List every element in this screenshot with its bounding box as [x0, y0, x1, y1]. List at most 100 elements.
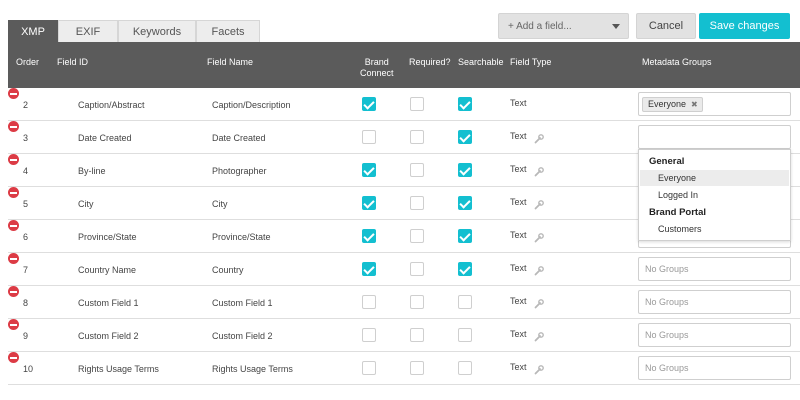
table-header: Order Field ID Field Name Brand Connect … — [8, 42, 800, 88]
dropdown-option-everyone[interactable]: Everyone — [640, 170, 789, 186]
metadata-groups-input[interactable] — [638, 125, 791, 149]
remove-field-icon[interactable] — [8, 253, 19, 264]
add-field-select[interactable]: + Add a field... — [498, 13, 629, 39]
remove-field-icon[interactable] — [8, 154, 19, 165]
brand-connect-checkbox[interactable] — [362, 328, 376, 342]
row-field-name: Caption/Description — [212, 100, 291, 110]
group-chip-label: Everyone — [648, 99, 687, 109]
row-field-name: Country — [212, 265, 244, 275]
searchable-checkbox[interactable] — [458, 328, 472, 342]
table-row: 9 Custom Field 2 Custom Field 2 Text No Grou… — [8, 319, 800, 352]
remove-field-icon[interactable] — [8, 220, 19, 231]
required-checkbox[interactable] — [410, 295, 424, 309]
row-order: 3 — [23, 133, 29, 143]
searchable-checkbox[interactable] — [458, 196, 472, 210]
metadata-groups-input[interactable]: No Groups — [638, 323, 791, 347]
column-header-required: Required? — [409, 57, 451, 67]
tab-keywords[interactable]: Keywords — [118, 20, 196, 42]
required-checkbox[interactable] — [410, 196, 424, 210]
brand-connect-checkbox[interactable] — [362, 361, 376, 375]
remove-field-icon[interactable] — [8, 187, 19, 198]
dropdown-group-general: General — [649, 156, 685, 167]
row-field-id: City — [78, 199, 94, 209]
wrench-icon[interactable] — [534, 263, 544, 276]
required-checkbox[interactable] — [410, 361, 424, 375]
metadata-groups-value: No Groups — [645, 264, 689, 274]
wrench-icon[interactable] — [534, 362, 544, 375]
column-header-searchable: Searchable — [458, 57, 504, 67]
brand-connect-checkbox[interactable] — [362, 130, 376, 144]
searchable-checkbox[interactable] — [458, 229, 472, 243]
searchable-checkbox[interactable] — [458, 295, 472, 309]
row-field-id: Caption/Abstract — [78, 100, 145, 110]
row-field-id: Province/State — [78, 232, 137, 242]
required-checkbox[interactable] — [410, 97, 424, 111]
remove-field-icon[interactable] — [8, 286, 19, 297]
row-field-name: Custom Field 1 — [212, 298, 273, 308]
searchable-checkbox[interactable] — [458, 262, 472, 276]
row-field-name: Rights Usage Terms — [212, 364, 293, 374]
remove-field-icon[interactable] — [8, 121, 19, 132]
remove-field-icon[interactable] — [8, 319, 19, 330]
required-checkbox[interactable] — [410, 262, 424, 276]
brand-connect-checkbox[interactable] — [362, 295, 376, 309]
row-order: 4 — [23, 166, 29, 176]
metadata-groups-input[interactable]: No Groups — [638, 290, 791, 314]
metadata-groups-dropdown: General Everyone Logged In Brand Portal … — [638, 149, 791, 241]
row-field-type: Text — [510, 362, 527, 372]
row-order: 5 — [23, 199, 29, 209]
wrench-icon[interactable] — [534, 230, 544, 243]
row-field-type: Text — [510, 230, 527, 240]
row-field-type: Text — [510, 197, 527, 207]
row-field-type: Text — [510, 98, 527, 108]
column-header-field-name: Field Name — [207, 57, 254, 67]
dropdown-option-customers[interactable]: Customers — [640, 221, 789, 237]
row-field-type: Text — [510, 164, 527, 174]
searchable-checkbox[interactable] — [458, 97, 472, 111]
searchable-checkbox[interactable] — [458, 163, 472, 177]
brand-connect-checkbox[interactable] — [362, 163, 376, 177]
cancel-button[interactable]: Cancel — [636, 13, 696, 39]
row-field-name: Custom Field 2 — [212, 331, 273, 341]
save-changes-button[interactable]: Save changes — [699, 13, 790, 39]
searchable-checkbox[interactable] — [458, 130, 472, 144]
metadata-tabs: XMP EXIF Keywords Facets — [8, 20, 260, 42]
wrench-icon[interactable] — [534, 296, 544, 309]
row-field-name: Province/State — [212, 232, 271, 242]
tab-facets[interactable]: Facets — [196, 20, 260, 42]
row-field-type: Text — [510, 263, 527, 273]
remove-field-icon[interactable] — [8, 88, 19, 99]
table-row: 8 Custom Field 1 Custom Field 1 Text No Grou… — [8, 286, 800, 319]
row-order: 9 — [23, 331, 29, 341]
add-field-label: + Add a field... — [508, 20, 572, 32]
required-checkbox[interactable] — [410, 163, 424, 177]
wrench-icon[interactable] — [534, 164, 544, 177]
required-checkbox[interactable] — [410, 328, 424, 342]
tab-exif[interactable]: EXIF — [58, 20, 118, 42]
tab-xmp[interactable]: XMP — [8, 20, 58, 42]
column-header-brand-connect: Brand Connect — [360, 57, 394, 78]
brand-connect-checkbox[interactable] — [362, 97, 376, 111]
metadata-groups-input[interactable]: No Groups — [638, 257, 791, 281]
row-field-id: Custom Field 1 — [78, 298, 139, 308]
required-checkbox[interactable] — [410, 130, 424, 144]
searchable-checkbox[interactable] — [458, 361, 472, 375]
remove-field-icon[interactable] — [8, 352, 19, 363]
brand-connect-checkbox[interactable] — [362, 196, 376, 210]
table-row: 2 Caption/Abstract Caption/Description Text… — [8, 88, 800, 121]
brand-connect-checkbox[interactable] — [362, 229, 376, 243]
wrench-icon[interactable] — [534, 197, 544, 210]
row-field-name: Photographer — [212, 166, 267, 176]
group-chip: Everyone ✖ — [642, 96, 703, 112]
remove-chip-icon[interactable]: ✖ — [691, 100, 698, 109]
wrench-icon[interactable] — [534, 329, 544, 342]
row-order: 7 — [23, 265, 29, 275]
wrench-icon[interactable] — [534, 131, 544, 144]
row-field-id: Country Name — [78, 265, 137, 275]
row-order: 6 — [23, 232, 29, 242]
metadata-groups-input[interactable]: No Groups — [638, 356, 791, 380]
required-checkbox[interactable] — [410, 229, 424, 243]
metadata-groups-input[interactable]: Everyone ✖ — [638, 92, 791, 116]
dropdown-option-logged-in[interactable]: Logged In — [640, 187, 789, 203]
brand-connect-checkbox[interactable] — [362, 262, 376, 276]
